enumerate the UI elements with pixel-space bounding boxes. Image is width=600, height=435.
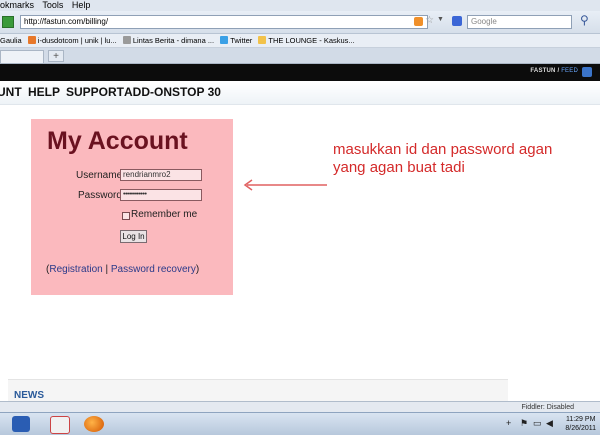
search-icon[interactable]: ⚲ — [580, 13, 589, 27]
bookmarks-toolbar: Gaulia i-dusdotcom | unik | lu... Lintas… — [0, 34, 600, 48]
registration-link[interactable]: Registration — [49, 264, 102, 275]
new-tab-button[interactable]: + — [48, 50, 64, 62]
kaskus-icon — [258, 36, 267, 44]
annotation-arrow-icon — [243, 179, 327, 191]
menu-tools[interactable]: Tools — [42, 0, 63, 10]
site-identity-icon[interactable] — [2, 16, 14, 28]
remember-me-label: Remember me — [131, 209, 198, 220]
tab-strip: + — [0, 48, 600, 64]
rss-feed-icon[interactable] — [414, 17, 423, 26]
bookmark-item[interactable]: Gaulia — [0, 36, 22, 45]
bookmark-item[interactable]: Lintas Berita - dimana ... — [133, 36, 214, 45]
site-brand[interactable]: FASTUN / FEED — [530, 68, 578, 74]
menu-help[interactable]: Help — [72, 0, 91, 10]
search-engine-icon[interactable] — [452, 16, 462, 26]
page-title: My Account — [47, 127, 188, 155]
volume-icon[interactable]: ◀ — [546, 418, 553, 429]
news-title: NEWS — [14, 390, 44, 401]
browser-tab[interactable] — [0, 50, 44, 63]
username-input[interactable]: rendrianmro2 — [120, 169, 202, 181]
password-recovery-link[interactable]: Password recovery — [111, 264, 196, 275]
password-input[interactable]: •••••••••••• — [120, 189, 202, 201]
annotation-text: masukkan id dan password agan yang agan … — [333, 141, 553, 176]
menu-bookmarks[interactable]: okmarks — [0, 0, 34, 10]
twitter-icon — [220, 36, 229, 44]
page-icon — [122, 36, 131, 44]
tray-plus-icon[interactable]: + — [506, 418, 511, 428]
search-input[interactable]: Google — [467, 15, 572, 29]
flag-icon[interactable]: ⚑ — [520, 418, 528, 429]
bookmark-star-icon[interactable]: ☆ — [425, 15, 434, 26]
windows-taskbar: + ⚑ ▭ ◀ 11:29 PM 8/26/2011 — [0, 412, 600, 435]
nav-help[interactable]: HELP — [28, 85, 60, 99]
word-icon[interactable] — [12, 416, 30, 432]
nav-top-30[interactable]: TOP 30 — [180, 85, 221, 99]
browser-menu-bar: okmarks Tools Help — [0, 0, 600, 11]
navigation-toolbar: http://fastun.com/billing/ ☆ ▼ Google ⚲ — [0, 11, 600, 34]
nav-account[interactable]: UNT — [0, 85, 22, 99]
site-top-bar: FASTUN / FEED — [0, 64, 600, 81]
url-dropdown-icon[interactable]: ▼ — [437, 16, 444, 23]
nav-add-ons[interactable]: ADD-ONS — [124, 85, 180, 99]
username-label: Username — [76, 170, 123, 181]
blogger-icon — [27, 36, 36, 44]
bookmark-item[interactable]: Twitter — [230, 36, 252, 45]
bookmark-item[interactable]: i-dusdotcom | unik | lu... — [38, 36, 117, 45]
news-section: NEWS — [8, 379, 508, 402]
battery-icon[interactable]: ▭ — [533, 418, 542, 429]
bookmark-item[interactable]: THE LOUNGE - Kaskus... — [268, 36, 354, 45]
site-navigation: UNT HELP SUPPORT ADD-ONS TOP 30 — [0, 82, 600, 105]
login-button[interactable]: Log In — [120, 230, 147, 243]
remember-me-checkbox[interactable] — [122, 212, 130, 220]
account-login-panel: My Account Username rendrianmro2 Passwor… — [31, 119, 233, 295]
app-icon[interactable] — [50, 416, 70, 434]
account-links: (Registration | Password recovery) — [46, 264, 200, 275]
rss-feed-icon[interactable] — [582, 67, 592, 77]
taskbar-clock[interactable]: 11:29 PM 8/26/2011 — [565, 415, 596, 433]
firefox-icon[interactable] — [84, 416, 104, 432]
password-label: Password — [78, 190, 122, 201]
address-bar[interactable]: http://fastun.com/billing/ — [20, 15, 428, 29]
nav-support[interactable]: SUPPORT — [66, 85, 124, 99]
